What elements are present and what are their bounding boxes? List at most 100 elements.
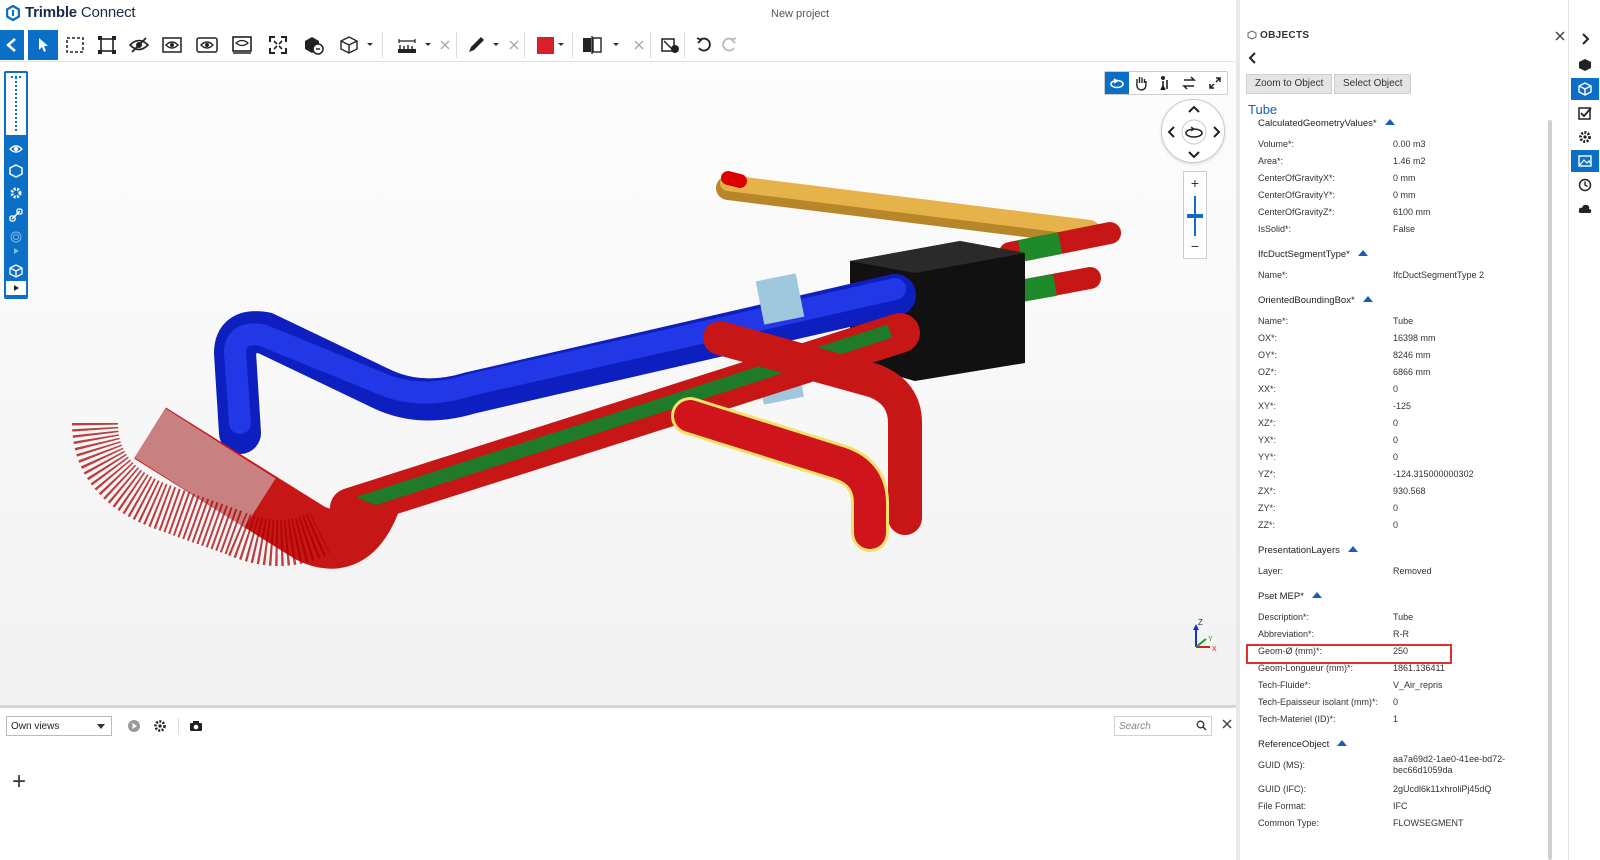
property-value: FLOWSEGMENT xyxy=(1393,818,1464,828)
disabled-arrow-button[interactable] xyxy=(4,245,28,257)
close-views-icon[interactable] xyxy=(1220,717,1234,731)
orbit-mode-button[interactable] xyxy=(1105,72,1129,94)
selected-tube[interactable] xyxy=(674,400,886,549)
tree-branch-icon xyxy=(11,76,21,132)
fit-all-button[interactable] xyxy=(263,30,293,60)
rail-todo-button[interactable] xyxy=(1571,102,1599,124)
back-icon xyxy=(6,38,16,52)
chevron-down-icon[interactable] xyxy=(612,38,620,50)
chevron-down-icon[interactable] xyxy=(492,38,500,50)
navigation-ring[interactable] xyxy=(1161,99,1225,163)
collapse-triangle-icon[interactable] xyxy=(1347,546,1358,552)
chevron-down-icon[interactable] xyxy=(424,38,432,50)
pan-mode-button[interactable] xyxy=(1129,72,1153,94)
visibility-button[interactable] xyxy=(4,139,28,159)
clear-measure-icon[interactable] xyxy=(439,39,451,51)
collapse-triangle-icon[interactable] xyxy=(1384,119,1395,125)
property-value: 6100 mm xyxy=(1393,207,1431,217)
rail-cloud-button[interactable] xyxy=(1571,198,1599,220)
redo-button[interactable] xyxy=(714,30,744,60)
property-section-header[interactable]: OrientedBoundingBox* xyxy=(1258,295,1373,306)
close-icon[interactable] xyxy=(1554,30,1566,42)
property-value: 0 xyxy=(1393,452,1399,462)
clear-markup-icon[interactable] xyxy=(508,39,520,51)
model-tree-button[interactable] xyxy=(6,73,26,135)
link-button[interactable] xyxy=(4,205,28,225)
section-box-button[interactable] xyxy=(227,30,257,60)
select-tool-button[interactable] xyxy=(28,30,58,60)
fit-selection-button[interactable] xyxy=(92,30,122,60)
chevron-down-icon[interactable] xyxy=(557,38,565,50)
swap-mode-button[interactable] xyxy=(1177,72,1201,94)
visibility-tool-button[interactable] xyxy=(655,30,685,60)
objects-panel-title: OBJECTS xyxy=(1260,30,1310,41)
yellow-duct-end xyxy=(721,171,747,188)
objects-scrollbar[interactable] xyxy=(1548,120,1552,860)
zoom-slider[interactable]: + − xyxy=(1183,171,1207,259)
property-section-header[interactable]: Pset MEP* xyxy=(1258,591,1322,602)
property-section-header[interactable]: ReferenceObject xyxy=(1258,739,1348,750)
fullscreen-button[interactable] xyxy=(1203,72,1227,94)
expand-strip-button[interactable] xyxy=(6,281,26,295)
rail-objects-button[interactable] xyxy=(1571,78,1599,100)
markup-pencil-icon xyxy=(469,37,484,52)
clear-section-icon[interactable] xyxy=(633,39,645,51)
views-search-input[interactable]: Search xyxy=(1114,716,1212,736)
disabled-tool-button[interactable] xyxy=(4,227,28,247)
collapse-triangle-icon[interactable] xyxy=(1362,296,1373,302)
toolbar-divider xyxy=(572,32,573,58)
rail-expand-button[interactable] xyxy=(1571,28,1599,50)
search-placeholder: Search xyxy=(1119,721,1151,732)
property-section-header[interactable]: PresentationLayers xyxy=(1258,545,1358,556)
markup-button[interactable] xyxy=(462,30,492,60)
zoom-out-button[interactable]: − xyxy=(1184,238,1206,254)
property-value: 1 xyxy=(1393,714,1399,724)
measure-button[interactable] xyxy=(392,30,422,60)
snapshot-button[interactable] xyxy=(186,716,206,736)
cube-view-button[interactable] xyxy=(334,30,364,60)
chevron-down-icon[interactable] xyxy=(366,38,374,50)
property-key: YZ*: xyxy=(1258,469,1276,479)
select-object-button[interactable]: Select Object xyxy=(1334,74,1412,94)
shape-button[interactable] xyxy=(4,161,28,181)
property-value: 0 xyxy=(1393,697,1399,707)
back-button[interactable] xyxy=(0,30,24,60)
rail-history-button[interactable] xyxy=(1571,174,1599,196)
views-settings-button[interactable] xyxy=(150,716,170,736)
zoom-to-object-button[interactable]: Zoom to Object xyxy=(1246,74,1333,94)
show-only-button[interactable] xyxy=(157,30,187,60)
collapse-triangle-icon[interactable] xyxy=(1311,592,1322,598)
views-dropdown[interactable]: Own views xyxy=(6,716,112,736)
zoom-thumb[interactable] xyxy=(1187,214,1203,218)
cube-icon xyxy=(9,264,23,278)
property-value: IFC xyxy=(1393,801,1408,811)
rail-views-button[interactable] xyxy=(1571,150,1599,172)
3d-viewport[interactable]: + − Z Y X xyxy=(0,63,1236,705)
trimble-logo-icon xyxy=(6,4,20,21)
box-select-button[interactable] xyxy=(60,30,90,60)
clash-button[interactable] xyxy=(298,30,328,60)
rail-settings-button[interactable] xyxy=(1571,126,1599,148)
gear-button[interactable] xyxy=(4,183,28,203)
duct-model[interactable] xyxy=(0,63,1236,705)
property-section-header[interactable]: IfcDuctSegmentType* xyxy=(1258,249,1368,260)
isolate-button[interactable] xyxy=(192,30,222,60)
collapse-triangle-icon[interactable] xyxy=(1357,250,1368,256)
rail-models-button[interactable] xyxy=(1571,54,1599,76)
play-views-button[interactable] xyxy=(124,716,144,736)
collapse-triangle-icon[interactable] xyxy=(1337,740,1348,746)
section-plane-button[interactable] xyxy=(577,30,607,60)
add-view-button[interactable]: + xyxy=(12,770,26,794)
search-icon[interactable] xyxy=(1196,720,1207,731)
cube-layers-button[interactable] xyxy=(4,261,28,281)
toolbar-divider xyxy=(650,32,651,58)
zoom-in-button[interactable]: + xyxy=(1184,175,1206,191)
property-section-header[interactable]: CalculatedGeometryValues* xyxy=(1258,118,1395,129)
back-arrow-icon[interactable] xyxy=(1248,52,1258,64)
fingerprint-icon xyxy=(10,231,22,243)
object-name: Tube xyxy=(1248,102,1278,117)
property-value: R-R xyxy=(1393,629,1409,639)
hide-button[interactable] xyxy=(124,30,154,60)
color-button[interactable] xyxy=(530,30,560,60)
walk-mode-button[interactable] xyxy=(1153,72,1177,94)
